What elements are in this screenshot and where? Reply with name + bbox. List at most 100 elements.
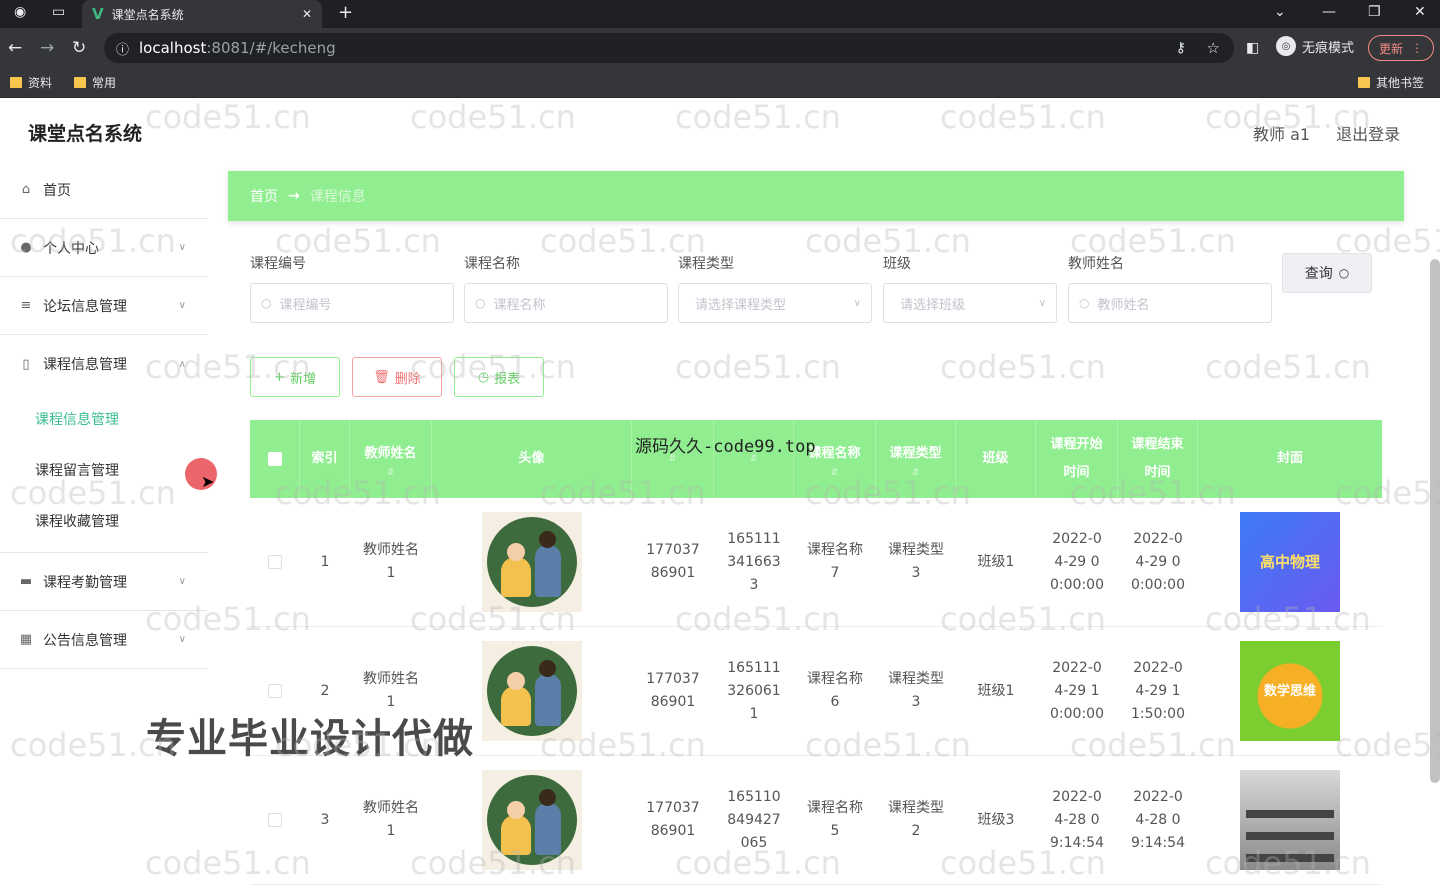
sidebar-item-forum[interactable]: ≡ 论坛信息管理 ∨ [0, 277, 208, 335]
bookmark-star-icon[interactable]: ☆ [1207, 39, 1220, 57]
header-start-time[interactable]: 课程开始时间 [1036, 420, 1118, 498]
sidebar-subitem-course-favorite[interactable]: 课程收藏管理 [0, 495, 208, 546]
forward-icon[interactable]: → [40, 38, 54, 58]
sidebar-item-profile[interactable]: ● 个人中心 ∨ [0, 219, 208, 277]
window-close-icon[interactable]: ✕ [1414, 4, 1426, 20]
search-field-class: 班级 请选择班级 ∨ [883, 253, 1057, 323]
header-label: 头像 [518, 451, 545, 466]
cell-start-time: 2022-04-29 10:00:00 [1036, 627, 1118, 755]
course-type-select[interactable]: 请选择课程类型 ∨ [678, 283, 872, 323]
query-button[interactable]: 查询 ○ [1282, 253, 1372, 293]
select-all-checkbox[interactable] [267, 452, 282, 466]
header-avatar: 头像 [432, 420, 632, 498]
header-end-time[interactable]: 课程结束时间 [1118, 420, 1198, 498]
class-select[interactable]: 请选择班级 ∨ [883, 283, 1057, 323]
app-brand: 课堂点名系统 [28, 123, 143, 145]
input-placeholder: 课程名称 [493, 297, 546, 313]
sidebar-item-home[interactable]: ⌂ 首页 [0, 161, 208, 219]
bookmark-folder-2[interactable]: 常用 [74, 74, 116, 91]
add-button[interactable]: + 新增 [250, 357, 340, 397]
site-info-icon[interactable]: ⓘ [116, 39, 129, 58]
header-label: 课程类型 [889, 446, 942, 461]
search-field-teacher: 教师姓名 ○ 教师姓名 [1068, 253, 1272, 323]
update-button[interactable]: 更新 ⋮ [1368, 35, 1434, 61]
header-label: 索引 [311, 451, 338, 466]
row-checkbox[interactable] [268, 684, 282, 698]
tab-title: 课堂点名系统 [111, 7, 184, 22]
bookmark-folder-1[interactable]: 资料 [10, 74, 52, 91]
logout-link[interactable]: 退出登录 [1336, 121, 1400, 145]
minimize-icon[interactable]: — [1322, 4, 1336, 20]
header-label: 封面 [1276, 451, 1303, 466]
url-field[interactable]: ⓘ localhost:8081/#/kecheng ⚷ ☆ [104, 33, 1234, 63]
chevron-down-icon: ∨ [1038, 297, 1046, 309]
folder-icon [10, 77, 22, 88]
cell-phone: 17703786901 [632, 627, 714, 755]
cell-phone: 17703786901 [632, 756, 714, 884]
header-label: 教师姓名 [364, 446, 417, 461]
folder-icon [74, 77, 86, 88]
bookmarks-bar: 资料 常用 其他书签 [0, 68, 1440, 98]
header-class[interactable]: 班级 [956, 420, 1036, 498]
cell-course-type: 课程类型3 [876, 627, 956, 755]
breadcrumb-separator: → [288, 188, 300, 204]
browser-menu-icon[interactable]: ◉ [14, 4, 26, 20]
row-checkbox[interactable] [268, 555, 282, 569]
tab-search-icon[interactable]: ⌄ [1274, 4, 1286, 20]
course-code-input[interactable]: ○ 课程编号 [250, 283, 454, 323]
breadcrumb-home[interactable]: 首页 [250, 186, 278, 206]
field-label: 课程类型 [678, 256, 734, 272]
url-host: localhost [139, 39, 207, 57]
course-name-input[interactable]: ○ 课程名称 [464, 283, 668, 323]
chevron-down-icon: ∨ [853, 297, 861, 309]
user-icon: ● [20, 240, 32, 255]
maximize-icon[interactable]: ❐ [1368, 4, 1381, 20]
header-course-type[interactable]: 课程类型 ⇵ [876, 420, 956, 498]
sidebar-toggle-icon[interactable]: ◧ [1246, 40, 1259, 56]
page-scrollbar[interactable] [1430, 259, 1440, 783]
sidebar-subitem-course-message[interactable]: 课程留言管理 [0, 444, 208, 495]
row-checkbox[interactable] [268, 813, 282, 827]
other-bookmarks[interactable]: 其他书签 [1358, 74, 1424, 91]
new-tab-icon[interactable]: + [338, 2, 353, 23]
cell-class: 班级1 [956, 498, 1036, 626]
incognito-indicator[interactable]: ◎ 无痕模式 [1276, 36, 1354, 56]
close-tab-icon[interactable]: ✕ [302, 7, 312, 21]
folder-icon [1358, 77, 1370, 88]
key-icon[interactable]: ⚷ [1176, 40, 1186, 56]
cell-course-type-text: 课程类型2 [888, 800, 944, 839]
avatar-illustration [487, 646, 577, 736]
sidebar-item-course[interactable]: ▯ 课程信息管理 ∧ [0, 335, 208, 393]
avatar [482, 512, 582, 612]
reload-icon[interactable]: ↻ [72, 38, 86, 58]
search-icon: ○ [475, 296, 486, 310]
cell-course-name: 课程名称7 [794, 498, 876, 626]
sidebar-item-notice[interactable]: ▦ 公告信息管理 ∨ [0, 611, 208, 669]
cell-phone: 17703786901 [632, 498, 714, 626]
tab-overview-icon[interactable]: ▭ [52, 4, 65, 20]
breadcrumb-current: 课程信息 [309, 189, 366, 205]
teacher-name-input[interactable]: ○ 教师姓名 [1068, 283, 1272, 323]
browser-tab[interactable]: V 课堂点名系统 ✕ [82, 0, 322, 28]
header-select-all[interactable] [250, 420, 300, 498]
sidebar-subitem-course-info[interactable]: 课程信息管理 [0, 393, 208, 444]
chevron-down-icon: ∨ [178, 242, 186, 253]
header-label: 课程开始时间 [1050, 437, 1103, 480]
sidebar-item-attendance[interactable]: ▬ 课程考勤管理 ∨ [0, 553, 208, 611]
cell-avatar [432, 498, 632, 626]
cell-index-text: 2 [320, 682, 330, 699]
cell-cover: 数学思维 [1198, 627, 1382, 755]
delete-button[interactable]: 🗑 删除 [352, 357, 442, 397]
cell-index-text: 3 [320, 811, 330, 828]
back-icon[interactable]: ← [8, 38, 22, 58]
table-body: 1 教师姓名1 17703786901 1651113416633 课程名称7 课程类型3… [250, 498, 1382, 885]
incognito-label: 无痕模式 [1302, 40, 1355, 56]
bookmark-label: 常用 [92, 76, 117, 90]
update-label: 更新 [1378, 41, 1403, 56]
sort-icon: ⇵ [911, 468, 920, 478]
report-button[interactable]: ◷ 报表 [454, 357, 544, 397]
cell-code: 1651113260611 [714, 627, 794, 755]
cell-cover: 高中物理 [1198, 498, 1382, 626]
header-label: 班级 [982, 451, 1009, 466]
header-teacher[interactable]: 教师姓名 ⇵ [350, 420, 432, 498]
